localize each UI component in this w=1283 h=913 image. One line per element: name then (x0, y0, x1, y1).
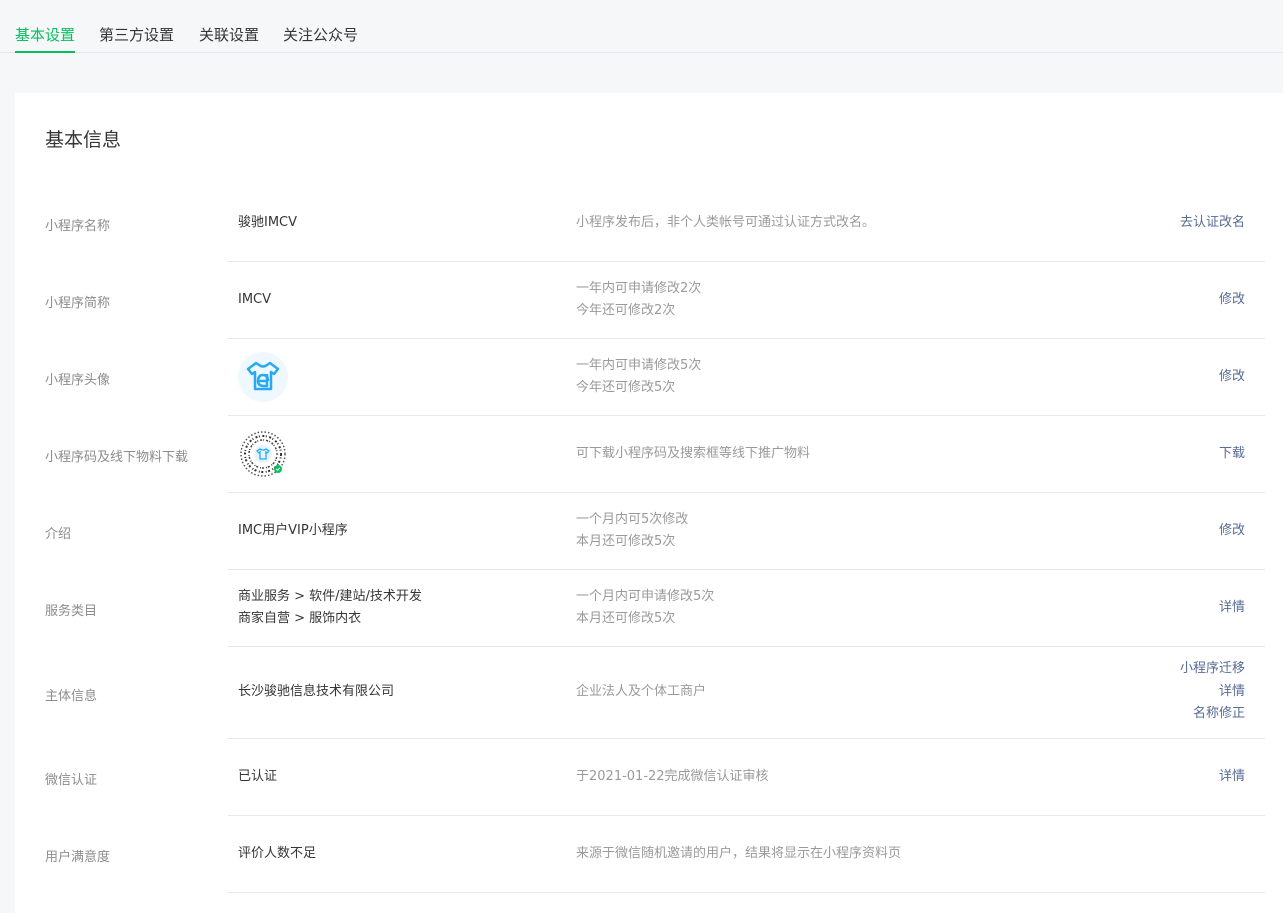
row-actions: 下载 (1219, 443, 1245, 466)
row-desc: 一个月内可5次修改 本月还可修改5次 (576, 509, 688, 553)
divider (228, 892, 1265, 893)
row-label: 用户满意度 (45, 850, 111, 865)
settings-tabs: 基本设置 第三方设置 关联设置 关注公众号 (0, 0, 1283, 53)
row-desc: 来源于微信随机邀请的用户，结果将显示在小程序资料页 (576, 843, 901, 865)
row-label: 服务类目 (45, 604, 98, 619)
desc-line: 可下载小程序码及搜索框等线下推广物料 (576, 446, 811, 461)
tab-third-party-settings[interactable]: 第三方设置 (99, 22, 174, 53)
row-mini-program-name: 小程序名称 骏驰IMCV 小程序发布后，非个人类帐号可通过认证方式改名。 去认证… (15, 185, 1265, 262)
row-desc: 一个月内可申请修改5次 本月还可修改5次 (576, 586, 714, 630)
desc-line: 一年内可申请修改5次 (576, 358, 702, 373)
subject-details-link[interactable]: 详情 (1180, 681, 1245, 704)
row-actions: 详情 (1219, 766, 1245, 789)
desc-line: 今年还可修改2次 (576, 303, 676, 318)
row-label: 主体信息 (45, 689, 98, 704)
card-title: 基本信息 (45, 129, 122, 151)
basic-info-card: 基本信息 小程序名称 骏驰IMCV 小程序发布后，非个人类帐号可通过认证方式改名… (15, 93, 1283, 913)
desc-line: 一年内可申请修改2次 (576, 281, 702, 296)
desc-line: 今年还可修改5次 (576, 380, 676, 395)
row-actions: 修改 (1219, 366, 1245, 389)
desc-line: 来源于微信随机邀请的用户，结果将显示在小程序资料页 (576, 846, 902, 861)
row-label: 介绍 (45, 527, 72, 542)
row-desc: 可下载小程序码及搜索框等线下推广物料 (576, 443, 810, 465)
row-desc: 一年内可申请修改5次 今年还可修改5次 (576, 355, 701, 399)
row-value: 长沙骏驰信息技术有限公司 (238, 684, 395, 699)
modify-intro-link[interactable]: 修改 (1219, 520, 1245, 543)
desc-line: 本月还可修改5次 (576, 611, 676, 626)
desc-line: 企业法人及个体工商户 (576, 684, 707, 699)
mini-program-code-icon (239, 430, 287, 478)
tab-follow-official-account[interactable]: 关注公众号 (283, 22, 358, 53)
row-short-name: 小程序简称 IMCV 一年内可申请修改2次 今年还可修改2次 修改 (15, 262, 1265, 339)
rename-by-verification-link[interactable]: 去认证改名 (1180, 212, 1245, 235)
row-actions: 详情 (1219, 597, 1245, 620)
row-actions: 修改 (1219, 289, 1245, 312)
row-value: IMC用户VIP小程序 (238, 523, 348, 538)
row-desc: 企业法人及个体工商户 (576, 681, 706, 703)
row-label: 小程序名称 (45, 219, 111, 234)
tab-related-settings[interactable]: 关联设置 (199, 22, 259, 53)
row-value: 商业服务 > 软件/建站/技术开发 商家自营 > 服饰内衣 (238, 586, 422, 630)
row-label: 小程序码及线下物料下载 (45, 450, 189, 465)
row-avatar: 小程序头像 一年内可申请修改5次 今年还可修改5次 修改 (15, 339, 1265, 416)
verification-details-link[interactable]: 详情 (1219, 766, 1245, 789)
tshirt-logo-icon (238, 352, 288, 402)
category-line: 商家自营 > 服饰内衣 (238, 611, 362, 626)
row-actions: 修改 (1219, 520, 1245, 543)
row-actions: 小程序迁移 详情 名称修正 (1180, 658, 1245, 726)
modify-short-name-link[interactable]: 修改 (1219, 289, 1245, 312)
row-value: 已认证 (238, 769, 278, 784)
migrate-mini-program-link[interactable]: 小程序迁移 (1180, 658, 1245, 681)
row-qrcode-download: 小程序码及线下物料下载 可下载小程序码及搜索框等线下推广物料 下载 (15, 416, 1265, 493)
desc-line: 一个月内可申请修改5次 (576, 589, 715, 604)
row-value: 骏驰IMCV (238, 215, 298, 230)
category-line: 商业服务 > 软件/建站/技术开发 (238, 589, 422, 604)
row-label: 小程序头像 (45, 373, 111, 388)
row-value: IMCV (238, 292, 272, 307)
download-link[interactable]: 下载 (1219, 443, 1245, 466)
desc-line: 一个月内可5次修改 (576, 512, 689, 527)
desc-line: 于2021-01-22完成微信认证审核 (576, 769, 769, 784)
row-actions: 去认证改名 (1180, 212, 1245, 235)
row-label: 微信认证 (45, 773, 98, 788)
row-desc: 于2021-01-22完成微信认证审核 (576, 766, 769, 788)
row-service-category: 服务类目 商业服务 > 软件/建站/技术开发 商家自营 > 服饰内衣 一个月内可… (15, 570, 1265, 647)
row-user-satisfaction: 用户满意度 评价人数不足 来源于微信随机邀请的用户，结果将显示在小程序资料页 (15, 816, 1265, 893)
row-wechat-verification: 微信认证 已认证 于2021-01-22完成微信认证审核 详情 (15, 739, 1265, 816)
modify-avatar-link[interactable]: 修改 (1219, 366, 1245, 389)
desc-line: 本月还可修改5次 (576, 534, 676, 549)
row-subject-info: 主体信息 长沙骏驰信息技术有限公司 企业法人及个体工商户 小程序迁移 详情 名称… (15, 647, 1265, 739)
category-details-link[interactable]: 详情 (1219, 597, 1245, 620)
row-intro: 介绍 IMC用户VIP小程序 一个月内可5次修改 本月还可修改5次 修改 (15, 493, 1265, 570)
row-desc: 小程序发布后，非个人类帐号可通过认证方式改名。 (576, 212, 875, 234)
row-desc: 一年内可申请修改2次 今年还可修改2次 (576, 278, 701, 322)
row-label: 小程序简称 (45, 296, 111, 311)
row-value: 评价人数不足 (238, 846, 317, 861)
tab-basic-settings[interactable]: 基本设置 (15, 22, 76, 53)
name-correction-link[interactable]: 名称修正 (1180, 703, 1245, 726)
desc-line: 小程序发布后，非个人类帐号可通过认证方式改名。 (576, 215, 876, 230)
